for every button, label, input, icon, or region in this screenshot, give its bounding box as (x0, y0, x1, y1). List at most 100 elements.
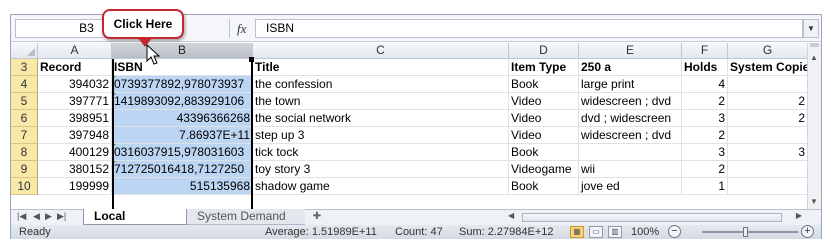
cell-g3[interactable]: System Copies (728, 59, 807, 76)
cell-f6[interactable]: 3 (682, 110, 728, 127)
cell-a8[interactable]: 400129 (38, 144, 112, 161)
prev-sheet-icon[interactable]: ◀ (33, 211, 40, 222)
cell-b6[interactable]: 43396366268 (112, 110, 253, 127)
cell-d4[interactable]: Book (509, 76, 579, 93)
cell-f8[interactable]: 3 (682, 144, 728, 161)
cell-f10[interactable]: 1 (682, 178, 728, 195)
cell-d5[interactable]: Video (509, 93, 579, 110)
row-header-5[interactable]: 5 (11, 93, 38, 110)
cell-g5[interactable]: 2 (728, 93, 807, 110)
cell-c8[interactable]: tick tock (253, 144, 509, 161)
cell-b9[interactable]: 712725016418,7127250 (112, 161, 253, 178)
cell-e6[interactable]: dvd ; widescreen (579, 110, 682, 127)
row-header-4[interactable]: 4 (11, 76, 38, 93)
cell-a7[interactable]: 397948 (38, 127, 112, 144)
fill-handle[interactable] (249, 57, 254, 62)
select-all-corner[interactable] (11, 43, 38, 59)
cell-b3-active[interactable]: ISBN (112, 59, 253, 76)
scroll-left-icon[interactable]: ◀ (508, 211, 514, 220)
cell-e5[interactable]: widescreen ; dvd (579, 93, 682, 110)
insert-sheet-icon[interactable]: ✚ (307, 211, 327, 224)
cell-c7[interactable]: step up 3 (253, 127, 509, 144)
cell-a4[interactable]: 394032 (38, 76, 112, 93)
cell-b5[interactable]: 1419893092,883929106 (112, 93, 253, 110)
next-sheet-icon[interactable]: ▶ (45, 211, 52, 222)
page-layout-view-icon[interactable]: ▭ (589, 226, 603, 238)
column-header-b[interactable]: B (112, 43, 253, 59)
cell-d8[interactable]: Book (509, 144, 579, 161)
cell-c5[interactable]: the town (253, 93, 509, 110)
worksheet-grid[interactable]: A B C D E F G 3 Record ISBN Title Item T… (11, 43, 807, 209)
cell-a6[interactable]: 398951 (38, 110, 112, 127)
cell-b4[interactable]: 0739377892,978073937 (112, 76, 253, 93)
cell-d10[interactable]: Book (509, 178, 579, 195)
zoom-level[interactable]: 100% (631, 225, 659, 239)
cell-c10[interactable]: shadow game (253, 178, 509, 195)
split-box[interactable] (810, 43, 819, 47)
scroll-up-icon[interactable]: ▲ (810, 53, 818, 62)
zoom-slider-track[interactable] (702, 231, 798, 233)
cell-c9[interactable]: toy story 3 (253, 161, 509, 178)
last-sheet-icon[interactable]: ▶| (57, 211, 66, 222)
row-header-3[interactable]: 3 (11, 59, 38, 76)
cell-e9[interactable]: wii (579, 161, 682, 178)
cell-f4[interactable]: 4 (682, 76, 728, 93)
cell-b10[interactable]: 515135968 (112, 178, 253, 195)
cell-g9[interactable] (728, 161, 807, 178)
column-header-a[interactable]: A (38, 43, 112, 59)
horizontal-scrollbar[interactable]: ◀ ▶ (498, 211, 806, 224)
cell-a3[interactable]: Record (38, 59, 112, 76)
cell-a9[interactable]: 380152 (38, 161, 112, 178)
cell-f7[interactable]: 2 (682, 127, 728, 144)
cell-a10[interactable]: 199999 (38, 178, 112, 195)
cell-g7[interactable] (728, 127, 807, 144)
cell-d7[interactable]: Video (509, 127, 579, 144)
expand-formula-bar-button[interactable]: ▼ (803, 19, 819, 38)
zoom-slider-thumb[interactable] (743, 227, 748, 237)
first-sheet-icon[interactable]: |◀ (17, 211, 26, 222)
cell-g8[interactable]: 3 (728, 144, 807, 161)
row-header-9[interactable]: 9 (11, 161, 38, 178)
scroll-right-icon[interactable]: ▶ (796, 211, 802, 220)
tab-system-demand[interactable]: System Demand (187, 209, 305, 225)
cell-b7[interactable]: 7.86937E+11 (112, 127, 253, 144)
cell-f5[interactable]: 2 (682, 93, 728, 110)
vertical-scrollbar[interactable]: ▲ ▼ (807, 43, 821, 209)
row-header-6[interactable]: 6 (11, 110, 38, 127)
cell-c6[interactable]: the social network (253, 110, 509, 127)
cell-d3[interactable]: Item Type (509, 59, 579, 76)
cell-e7[interactable]: widescreen ; dvd (579, 127, 682, 144)
cell-g10[interactable] (728, 178, 807, 195)
scroll-down-icon[interactable]: ▼ (810, 197, 818, 206)
cell-d6[interactable]: Video (509, 110, 579, 127)
column-header-d[interactable]: D (509, 43, 579, 59)
cell-c4[interactable]: the confession (253, 76, 509, 93)
zoom-in-icon[interactable]: + (801, 225, 814, 238)
row-header-10[interactable]: 10 (11, 178, 38, 195)
cell-e10[interactable]: jove ed (579, 178, 682, 195)
insert-function-icon[interactable]: fx (237, 19, 246, 38)
cell-e4[interactable]: large print (579, 76, 682, 93)
cell-g4[interactable] (728, 76, 807, 93)
zoom-out-icon[interactable]: − (668, 225, 681, 238)
cell-f9[interactable]: 2 (682, 161, 728, 178)
column-header-g[interactable]: G (728, 43, 807, 59)
cell-g6[interactable]: 2 (728, 110, 807, 127)
horizontal-scroll-thumb[interactable] (522, 213, 782, 222)
cell-d9[interactable]: Videogame (509, 161, 579, 178)
row-header-7[interactable]: 7 (11, 127, 38, 144)
column-header-e[interactable]: E (579, 43, 682, 59)
cell-b8[interactable]: 0316037915,978031603 (112, 144, 253, 161)
normal-view-icon[interactable]: ▦ (570, 226, 584, 238)
cell-e3[interactable]: 250 a (579, 59, 682, 76)
cell-f3[interactable]: Holds (682, 59, 728, 76)
cell-c3[interactable]: Title (253, 59, 509, 76)
formula-input[interactable]: ISBN (255, 19, 803, 38)
row-header-8[interactable]: 8 (11, 144, 38, 161)
column-header-c[interactable]: C (253, 43, 509, 59)
cell-e8[interactable] (579, 144, 682, 161)
cell-a5[interactable]: 397771 (38, 93, 112, 110)
column-header-f[interactable]: F (682, 43, 728, 59)
page-break-view-icon[interactable]: ▥ (608, 226, 622, 238)
tab-local-demand[interactable]: Local Demand (83, 209, 187, 238)
